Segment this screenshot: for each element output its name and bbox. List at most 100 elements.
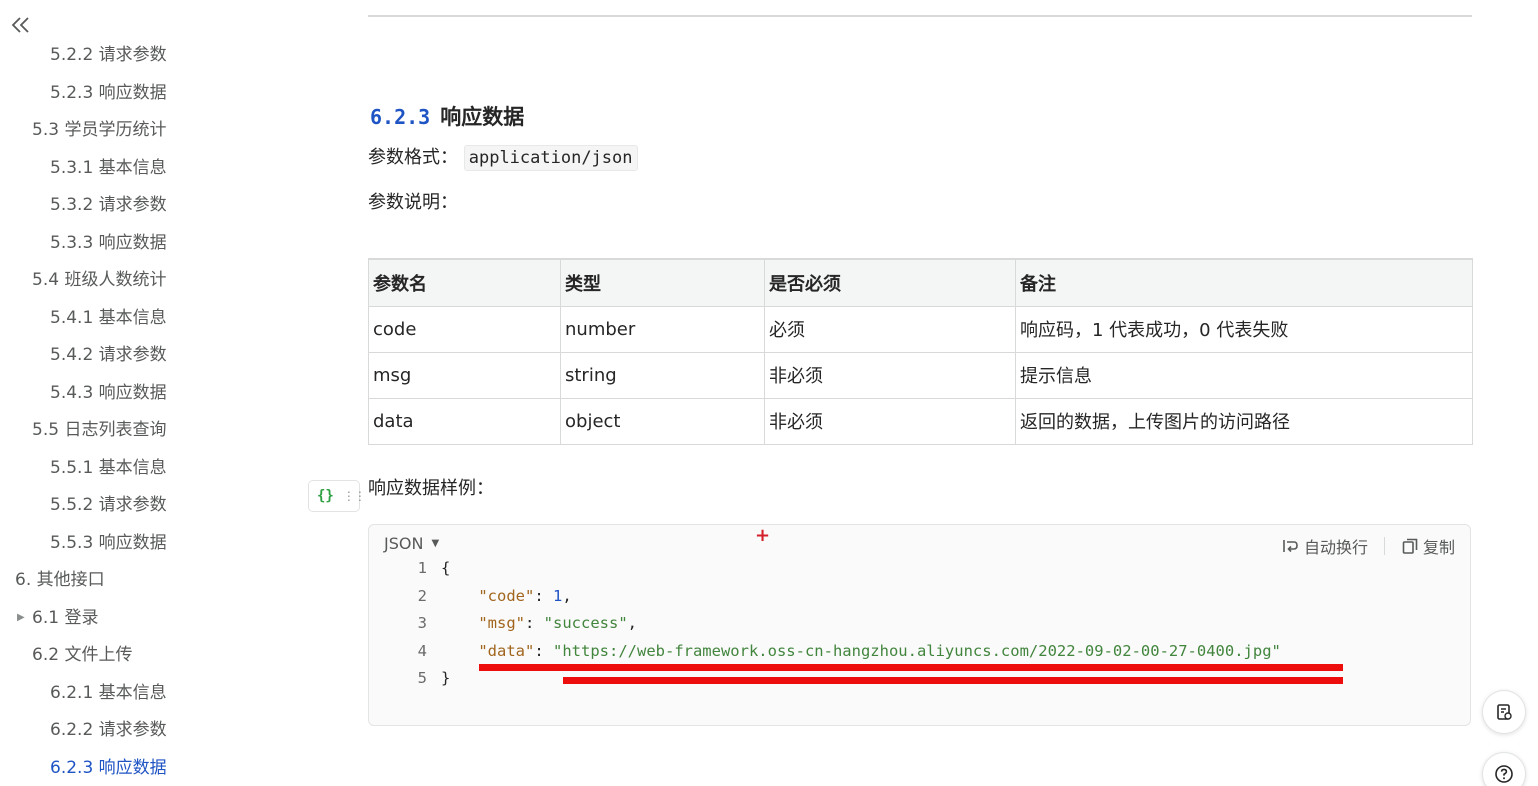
toc-item[interactable]: 6.2.2 请求参数 [50,718,167,742]
table-cell: code [368,305,561,353]
toc-item[interactable]: 5.4.2 请求参数 [50,343,167,367]
table-header-cell: 是否必须 [764,258,1016,307]
table-cell: 提示信息 [1015,351,1473,399]
format-paragraph: 参数格式： application/json [368,145,638,171]
code-token: "https://web-framework.oss-cn-hangzhou.a… [553,641,1281,660]
toc-item[interactable]: 5.5.2 请求参数 [50,493,167,517]
table-cell: data [368,397,561,445]
code-token: : [534,586,553,605]
section-heading: 6.2.3 响应数据 [370,101,524,131]
table-header-cell: 备注 [1015,258,1473,307]
code-token: "success" [543,614,628,632]
param-table: 参数名 类型 是否必须 备注 code number 必须 响应码，1 代表成功… [368,258,1473,445]
caret-right-icon[interactable]: ▶ [17,606,25,630]
copy-label: 复制 [1422,538,1455,557]
table-header-cell: 参数名 [368,258,561,307]
caret-down-icon: ▼ [431,538,440,549]
cursor-plus-icon: + [755,525,771,546]
code-token: 1 [553,586,563,605]
toc-item[interactable]: 5.2.3 响应数据 [50,81,167,105]
annotation-underline [479,664,1343,671]
wrap-label: 自动换行 [1303,538,1368,557]
toc-item[interactable]: 5.5.1 基本信息 [50,456,167,480]
table-cell: object [560,397,765,445]
toc-item[interactable]: 5.5.3 响应数据 [50,531,167,555]
example-label: 响应数据样例： [368,478,494,499]
code-token: { [441,559,451,577]
code-toolbar: 自动换行 复制 [1282,534,1455,558]
toc-item[interactable]: 6. 其他接口 [15,568,105,592]
code-block-handle[interactable]: {} ⋮⋮ [308,480,366,512]
heading-title: 响应数据 [440,105,525,129]
toc-item[interactable]: 5.4.1 基本信息 [50,306,167,330]
wrap-icon [1283,540,1298,553]
toc-item[interactable]: 6.1 登录 [32,606,98,630]
code-token: , [562,586,572,605]
line-number: 3 [417,614,427,632]
table-cell: 非必须 [764,351,1016,399]
outline-float-button[interactable] [1482,690,1526,734]
toc-item[interactable]: 5.5 日志列表查询 [32,418,166,442]
toc-item[interactable]: 5.3 学员学历统计 [32,118,166,142]
code-token: , [627,614,638,632]
format-label: 参数格式： [368,147,458,168]
table-row: code number 必须 响应码，1 代表成功，0 代表失败 [368,305,1473,353]
code-token: : [525,614,544,632]
double-chevron-left-icon [11,17,29,33]
code-token: "data" [478,641,535,660]
toc-item[interactable]: 5.2.2 请求参数 [50,43,167,67]
toc-item[interactable]: 6.2 文件上传 [32,643,132,667]
copy-button[interactable]: 复制 [1401,534,1455,558]
table-row: msg string 非必须 提示信息 [368,351,1473,399]
line-number: 5 [417,669,427,687]
language-value: JSON [384,534,424,553]
language-select[interactable]: JSON ▼ [384,534,439,553]
help-icon [1495,765,1513,783]
table-cell: string [560,351,765,399]
code-source: { [441,555,450,582]
document-main: 6.2.3 响应数据 参数格式： application/json 参数说明： … [368,0,1473,786]
annotation-underline [563,677,1343,684]
toc-item[interactable]: 5.4.3 响应数据 [50,381,167,405]
drag-handle-icon[interactable]: ⋮⋮ [343,490,366,502]
line-number: 2 [417,586,427,605]
code-source: "msg": "success", [441,610,637,637]
table-header-cell: 类型 [560,258,765,307]
code-token: "msg" [478,614,525,632]
toc-sidebar: 5.2.2 请求参数 5.2.3 响应数据 5.3 学员学历统计 5.3.1 基本信息… [0,0,200,786]
table-cell: 非必须 [764,397,1016,445]
line-number: 4 [417,641,427,660]
collapse-sidebar-button[interactable] [10,14,34,42]
toc-item[interactable]: 6.2.1 基本信息 [50,681,167,705]
code-token: : [534,641,553,660]
format-value-code: application/json [463,145,638,171]
toc-item[interactable]: 5.3.3 响应数据 [50,231,167,255]
help-float-button[interactable] [1482,752,1526,786]
copy-icon [1402,538,1418,554]
line-number: 1 [417,559,427,577]
toolbar-divider [1383,537,1385,555]
table-row: data object 非必须 返回的数据，上传图片的访问路径 [368,397,1473,445]
table-header-row: 参数名 类型 是否必须 备注 [368,258,1473,307]
code-source: "data": "https://web-framework.oss-cn-ha… [441,638,1281,665]
code-token: } [441,669,451,687]
divider [368,15,1472,17]
wrap-toggle-button[interactable]: 自动换行 [1282,534,1368,558]
toc-item[interactable]: 6.2.3 响应数据 [50,756,167,780]
table-cell: 返回的数据，上传图片的访问路径 [1015,397,1473,445]
toc-item[interactable]: 5.3.1 基本信息 [50,156,167,180]
toc-item[interactable]: 5.3.2 请求参数 [50,193,167,217]
code-block: JSON ▼ + 自动换行 复制 1{2 "code": 1, 3 "msg":… [368,524,1471,726]
code-source: } [441,665,450,692]
heading-number: 6.2.3 [370,105,431,129]
document-list-icon [1497,704,1512,720]
code-source: "code": 1, [441,583,572,610]
code-token: "code" [478,586,535,605]
toc-item[interactable]: 5.4 班级人数统计 [32,268,166,292]
table-cell: msg [368,351,561,399]
code-braces-icon: {} [317,488,334,504]
table-cell: 响应码，1 代表成功，0 代表失败 [1015,305,1473,353]
